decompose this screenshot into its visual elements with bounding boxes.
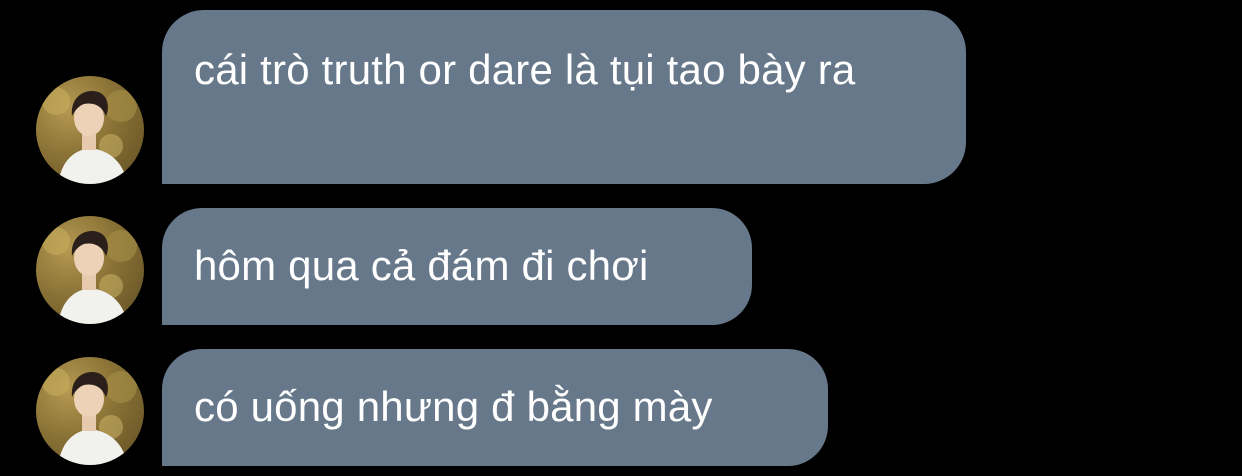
- message-text: cái trò truth or dare là tụi tao bày ra: [194, 46, 856, 93]
- message-bubble[interactable]: có uống nhưng đ bằng mày: [162, 349, 828, 466]
- message-text: hôm qua cả đám đi chơi: [194, 242, 649, 289]
- person-photo-icon: [42, 368, 137, 465]
- message-bubble[interactable]: cái trò truth or dare là tụi tao bày ra: [162, 10, 966, 184]
- message-bubble[interactable]: hôm qua cả đám đi chơi: [162, 208, 752, 325]
- avatar[interactable]: [36, 216, 144, 324]
- person-photo-icon: [42, 87, 137, 184]
- person-photo-icon: [42, 227, 137, 324]
- avatar[interactable]: [36, 76, 144, 184]
- avatar[interactable]: [36, 357, 144, 465]
- message-text: có uống nhưng đ bằng mày: [194, 383, 713, 430]
